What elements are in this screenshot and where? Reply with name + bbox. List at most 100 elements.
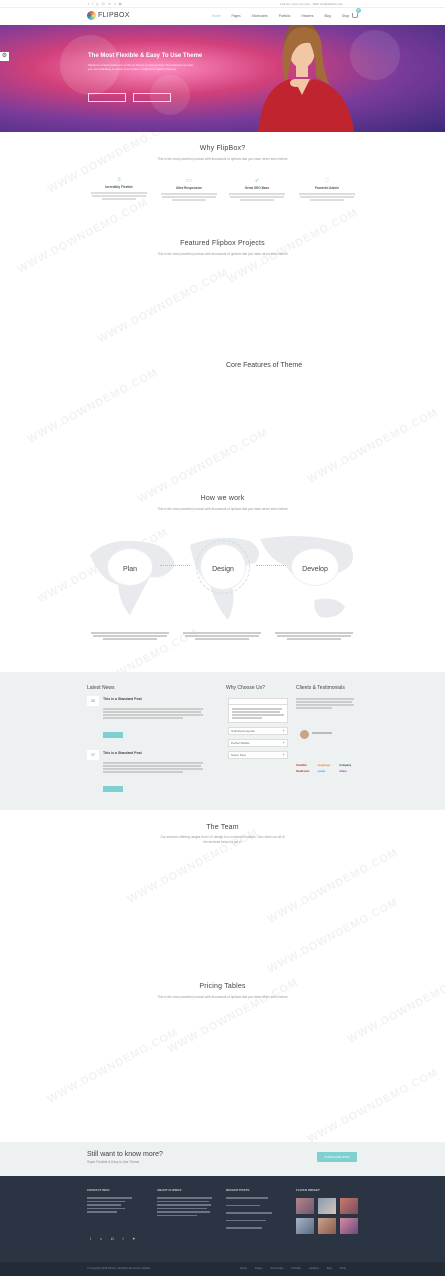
settings-gear-icon[interactable]: ⚙ [0, 52, 9, 61]
client-logo[interactable]: rangelogo [318, 764, 337, 767]
accordion-open-body [228, 705, 288, 723]
nav-item-shortcodes[interactable]: Shortcodes [252, 14, 268, 18]
rocket-icon: ➶ [254, 178, 260, 184]
main-nav: Home Pages Shortcodes Portfolio Headers … [212, 14, 349, 18]
plus-icon: + [282, 728, 285, 733]
accordion-open-header[interactable] [228, 698, 288, 705]
watermark-text: WWW.DOWNDEMO.COM [25, 366, 161, 446]
cta-title: Still want to know more? [87, 1151, 163, 1158]
post-excerpt [103, 708, 203, 719]
site-header: FLIPBOX Home Pages Shortcodes Portfolio … [0, 8, 445, 25]
accordion-item[interactable]: Super Fast + [228, 750, 288, 759]
step-label: Plan [122, 566, 137, 573]
core-title: Core Features of Theme [226, 362, 303, 369]
post-excerpt [103, 762, 203, 773]
flickr-thumb[interactable] [340, 1218, 358, 1234]
hero-title: The Most Flexible & Easy To Use Theme [88, 53, 203, 59]
footer-nav: Home Pages Shortcodes Portfolio Headers … [240, 1267, 346, 1270]
testimonial [296, 698, 358, 739]
footer-nav-item[interactable]: Blog [327, 1267, 332, 1270]
instagram-icon[interactable]: ◘ [111, 1236, 113, 1241]
step-design: Design [201, 545, 245, 589]
hero-model-image [258, 25, 354, 132]
hero-button-1[interactable] [88, 93, 126, 102]
feature-1: ≡ Incredibly Flexible [88, 177, 150, 200]
post-title[interactable]: This is a Standard Post [103, 697, 142, 701]
feature-title: Powerful Admin [314, 186, 340, 190]
heart-icon[interactable]: ♥ [133, 1236, 135, 1241]
google-plus-icon[interactable]: g [96, 1, 98, 7]
feature-3: ➶ Great SEO Base [226, 177, 288, 201]
feature-text [226, 193, 288, 201]
hero-button-2[interactable] [133, 93, 171, 102]
info-band [0, 672, 445, 810]
topbar-contact: Call Us: (xxx) xxx-xxxx · Mail: info@fli… [280, 2, 344, 6]
footer-nav-item[interactable]: Shortcodes [270, 1267, 283, 1270]
copyright: © Copyright 2015 Flipbox. All Rights Res… [87, 1267, 151, 1270]
topbar-social: t f g ◎ in v ▶ [88, 1, 122, 7]
flickr-thumb[interactable] [318, 1198, 336, 1214]
dribbble-icon[interactable]: ◎ [101, 1, 105, 7]
news-title: Latest News [87, 685, 115, 691]
logo-text: FLIPBOX [98, 12, 130, 19]
plus-icon: + [282, 752, 285, 757]
cta-band [0, 1142, 445, 1176]
feature-text [296, 193, 358, 201]
vimeo-icon[interactable]: v [114, 1, 116, 7]
footer-nav-item[interactable]: Portfolio [291, 1267, 301, 1270]
feature-title: Ultra Responsive [175, 186, 203, 190]
watermark-text: WWW.DOWNDEMO.COM [305, 406, 441, 486]
monitor-icon: ▭ [186, 178, 192, 184]
nav-item-portfolio[interactable]: Portfolio [279, 14, 291, 18]
step-text-2 [180, 632, 264, 640]
hero-slider: The Most Flexible & Easy To Use Theme Fl… [0, 25, 445, 132]
nav-item-pages[interactable]: Pages [232, 14, 241, 18]
feature-title: Incredibly Flexible [105, 185, 133, 189]
client-logo[interactable]: SmallBiz [296, 764, 315, 767]
flickr-thumb[interactable] [340, 1198, 358, 1214]
youtube-icon[interactable]: ▶ [119, 1, 122, 7]
feature-text [88, 192, 150, 200]
testimonial-author [312, 732, 332, 734]
step-arrow [256, 565, 286, 566]
footer-bottom [0, 1262, 445, 1276]
nav-item-home[interactable]: Home [212, 14, 221, 18]
footer-nav-item[interactable]: Pages [255, 1267, 262, 1270]
footer-nav-item[interactable]: Shop [340, 1267, 346, 1270]
nav-item-headers[interactable]: Headers [301, 14, 313, 18]
footer-col-flickr: FLICKR WIDGET [296, 1188, 360, 1234]
twitter-icon[interactable]: t [88, 1, 89, 7]
client-logo[interactable]: Aidea [339, 770, 358, 773]
linkedin-icon[interactable]: in [108, 1, 111, 7]
heart-icon: ♡ [324, 178, 330, 184]
watermark-text: WWW.DOWNDEMO.COM [305, 1066, 441, 1146]
hero-text: Flipbox's unique feature is of the lot t… [88, 63, 193, 71]
read-more-button[interactable] [103, 732, 123, 738]
nav-item-blog[interactable]: Blog [324, 14, 330, 18]
post-title[interactable]: This is a Standard Post [103, 751, 142, 755]
client-logo[interactable]: ocean [318, 770, 337, 773]
read-more-button[interactable] [103, 786, 123, 792]
flickr-thumb[interactable] [296, 1198, 314, 1214]
flickr-thumb[interactable] [318, 1218, 336, 1234]
accordion-item[interactable]: Perfect Builds + [228, 738, 288, 747]
logo-icon [87, 11, 96, 20]
facebook-icon[interactable]: f [123, 1236, 124, 1241]
footer-nav-item[interactable]: Headers [309, 1267, 319, 1270]
how-subtitle: This is the most powerful product with t… [157, 507, 288, 511]
accordion-item[interactable]: Unlimited Layouts + [228, 726, 288, 735]
post-date: 17 [87, 750, 99, 760]
facebook-icon[interactable]: f [92, 1, 93, 7]
client-logo[interactable]: Company [339, 764, 358, 767]
client-logo[interactable]: RealEstate [296, 770, 315, 773]
cart-icon[interactable]: 0 [352, 8, 361, 18]
flickr-thumb[interactable] [296, 1218, 314, 1234]
why-subtitle: This is the most powerful product with t… [157, 157, 288, 161]
vimeo-icon[interactable]: v [100, 1236, 102, 1241]
nav-item-shop[interactable]: Shop [342, 14, 349, 18]
purchase-button[interactable]: PURCHASE NOW [317, 1152, 357, 1162]
client-logos: SmallBiz rangelogo Company RealEstate oc… [296, 764, 358, 773]
footer-nav-item[interactable]: Home [240, 1267, 247, 1270]
twitter-icon[interactable]: t [90, 1236, 91, 1241]
logo[interactable]: FLIPBOX [87, 11, 130, 20]
